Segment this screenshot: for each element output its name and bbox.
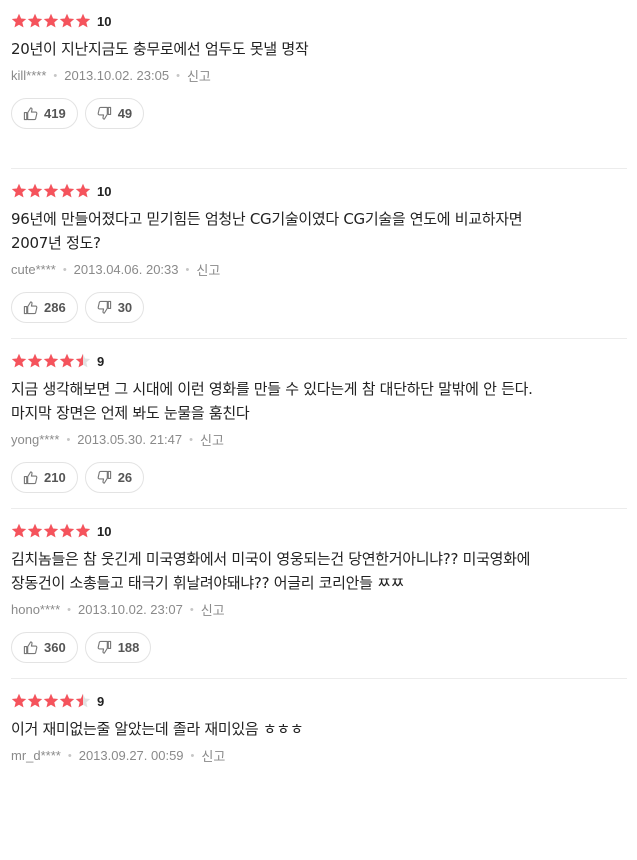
report-link[interactable]: 신고 [200, 430, 224, 449]
report-link[interactable]: 신고 [201, 746, 225, 765]
star-rating-fill [11, 183, 91, 199]
review-meta: kill**** • 2013.10.02. 23:05 • 신고 [11, 66, 211, 85]
dislike-button[interactable]: 188 [84, 632, 152, 663]
rating-score: 10 [97, 523, 112, 539]
dislike-count: 188 [117, 640, 140, 655]
dislike-count: 30 [117, 300, 133, 315]
like-count: 360 [44, 640, 66, 655]
vote-buttons: 286 30 [11, 292, 145, 323]
thumbs-up-icon [23, 640, 38, 655]
like-count: 286 [44, 300, 66, 315]
like-count: 210 [44, 470, 66, 485]
review-meta: yong**** • 2013.05.30. 21:47 • 신고 [11, 430, 224, 449]
review-text-line: 장동건이 소총들고 태극기 휘날려야돼냐?? 어글리 코리안들 ㅉㅉ [11, 574, 405, 592]
reviewer-id: hono**** [11, 602, 61, 617]
like-count: 419 [44, 106, 66, 121]
vote-buttons: 360 188 [11, 632, 152, 663]
separator-dot: • [62, 263, 67, 276]
review-meta: mr_d**** • 2013.09.27. 00:59 • 신고 [11, 746, 225, 765]
rating-row: 9 [11, 690, 104, 712]
review-item: 9 이거 재미없는줄 알았는데 졸라 재미있음 ㅎㅎㅎ mr_d**** • 2013.… [0, 678, 637, 860]
star-rating [11, 183, 91, 199]
review-date: 2013.10.02. 23:05 [64, 68, 170, 83]
star-rating-fill [11, 13, 91, 29]
dislike-count: 49 [117, 106, 133, 121]
review-meta: cute**** • 2013.04.06. 20:33 • 신고 [11, 260, 220, 279]
thumbs-down-icon [97, 300, 112, 315]
review-text: 김치놈들은 참 웃긴게 미국영화에서 미국이 영웅되는건 당연한거아니냐?? 미… [11, 547, 626, 595]
like-button[interactable]: 419 [11, 98, 78, 129]
separator-dot: • [189, 603, 194, 616]
review-text-line: 마지막 장면은 언제 봐도 눈물을 훔친다 [11, 404, 250, 422]
like-button[interactable]: 210 [11, 462, 78, 493]
rating-row: 10 [11, 180, 111, 202]
star-rating [11, 13, 91, 29]
separator-dot: • [176, 69, 180, 82]
dislike-button[interactable]: 30 [84, 292, 145, 323]
review-date: 2013.04.06. 20:33 [73, 262, 179, 277]
rating-row: 9 [11, 350, 104, 372]
separator-dot: • [66, 433, 71, 446]
dislike-button[interactable]: 26 [84, 462, 145, 493]
reviewer-id: kill**** [11, 68, 47, 83]
review-item: 9 지금 생각해보면 그 시대에 이런 영화를 만들 수 있다는게 참 대단하단 … [0, 338, 637, 520]
rating-row: 10 [11, 10, 111, 32]
review-text-line: 이거 재미없는줄 알았는데 졸라 재미있음 ㅎㅎㅎ [11, 720, 304, 738]
thumbs-up-icon [23, 470, 38, 485]
reviewer-id: cute**** [11, 262, 56, 277]
separator-dot: • [67, 749, 72, 762]
like-button[interactable]: 360 [11, 632, 78, 663]
separator-dot: • [185, 263, 190, 276]
review-date: 2013.05.30. 21:47 [77, 432, 183, 447]
separator-dot: • [53, 69, 58, 82]
vote-buttons: 210 26 [11, 462, 145, 493]
like-button[interactable]: 286 [11, 292, 78, 323]
review-meta: hono**** • 2013.10.02. 23:07 • 신고 [11, 600, 225, 619]
thumbs-down-icon [97, 640, 112, 655]
review-item: 10 96년에 만들어졌다고 믿기힘든 엄청난 CG기술이였다 CG기술을 연도에… [0, 168, 637, 350]
reviewer-id: yong**** [11, 432, 60, 447]
review-date: 2013.09.27. 00:59 [78, 748, 184, 763]
separator-dot: • [189, 433, 193, 446]
star-rating-fill [11, 693, 83, 709]
review-text-line: 지금 생각해보면 그 시대에 이런 영화를 만들 수 있다는게 참 대단하단 말… [11, 380, 533, 398]
star-rating-fill [11, 523, 91, 539]
report-link[interactable]: 신고 [201, 600, 225, 619]
thumbs-up-icon [23, 300, 38, 315]
review-text-line: 김치놈들은 참 웃긴게 미국영화에서 미국이 영웅되는건 당연한거아니냐?? 미… [11, 550, 531, 568]
review-text: 20년이 지난지금도 충무로에선 엄두도 못낼 명작 [11, 37, 626, 61]
thumbs-down-icon [97, 470, 112, 485]
thumbs-down-icon [97, 106, 112, 121]
review-text-line: 96년에 만들어졌다고 믿기힘든 엄청난 CG기술이였다 CG기술을 연도에 비… [11, 210, 523, 228]
star-rating [11, 523, 91, 539]
thumbs-up-icon [23, 106, 38, 121]
report-link[interactable]: 신고 [196, 260, 220, 279]
rating-score: 9 [97, 693, 105, 709]
review-text-line: 2007년 정도? [11, 234, 101, 252]
dislike-button[interactable]: 49 [84, 98, 145, 129]
review-item: 10 김치놈들은 참 웃긴게 미국영화에서 미국이 영웅되는건 당연한거아니냐??… [0, 508, 637, 690]
rating-score: 10 [97, 183, 112, 199]
rating-score: 9 [97, 353, 105, 369]
reviewer-id: mr_d**** [11, 748, 61, 763]
review-text-line: 20년이 지난지금도 충무로에선 엄두도 못낼 명작 [11, 40, 309, 58]
rating-score: 10 [97, 13, 112, 29]
review-text: 96년에 만들어졌다고 믿기힘든 엄청난 CG기술이였다 CG기술을 연도에 비… [11, 207, 626, 255]
review-text: 지금 생각해보면 그 시대에 이런 영화를 만들 수 있다는게 참 대단하단 말… [11, 377, 626, 425]
vote-buttons: 419 49 [11, 98, 145, 129]
review-item: 10 20년이 지난지금도 충무로에선 엄두도 못낼 명작 kill**** • 201… [0, 10, 637, 180]
review-text: 이거 재미없는줄 알았는데 졸라 재미있음 ㅎㅎㅎ [11, 717, 626, 741]
star-rating-fill [11, 353, 83, 369]
rating-row: 10 [11, 520, 111, 542]
star-rating [11, 353, 91, 369]
separator-dot: • [67, 603, 72, 616]
report-link[interactable]: 신고 [187, 66, 211, 85]
star-rating [11, 693, 91, 709]
review-date: 2013.10.02. 23:07 [78, 602, 183, 617]
separator-dot: • [190, 749, 195, 762]
dislike-count: 26 [117, 470, 133, 485]
